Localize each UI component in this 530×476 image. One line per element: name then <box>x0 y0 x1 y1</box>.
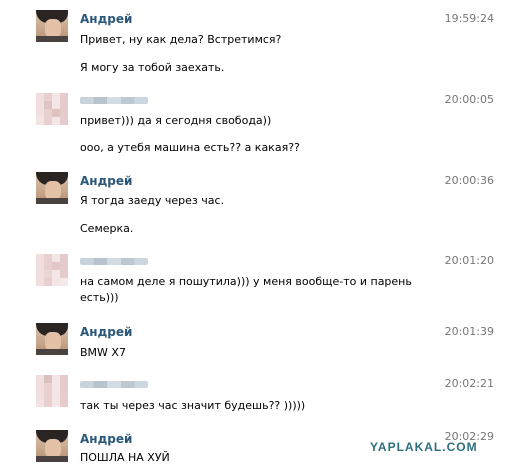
message-author[interactable]: Андрей <box>80 174 132 188</box>
author-name-blurred <box>80 258 148 265</box>
message-text: есть))) <box>80 291 119 304</box>
message-text: BMW X7 <box>80 346 126 359</box>
message-text: Я могу за тобой заехать. <box>80 61 225 74</box>
message-time: 20:02:21 <box>444 377 494 390</box>
message-text: на самом деле я пошутила))) у меня вообщ… <box>80 275 412 288</box>
message-author[interactable]: Андрей <box>80 12 132 26</box>
message-author[interactable]: Андрей <box>80 432 132 446</box>
avatar[interactable] <box>36 254 68 286</box>
avatar[interactable] <box>36 93 68 125</box>
message-text: Семерка. <box>80 222 134 235</box>
message-text: ооо, а утебя машина есть?? а какая?? <box>80 141 300 154</box>
message-text: Привет, ну как дела? Встретимся? <box>80 33 282 46</box>
message-time: 19:59:24 <box>444 12 494 25</box>
message-text: так ты через час значит будешь?? ))))) <box>80 399 306 412</box>
watermark: YAPLAKAL.COM <box>368 440 480 454</box>
author-name-blurred <box>80 97 148 104</box>
avatar[interactable] <box>36 10 68 42</box>
message-time: 20:00:36 <box>444 174 494 187</box>
message-text: Я тогда заеду через час. <box>80 194 225 207</box>
avatar[interactable] <box>36 430 68 462</box>
message-time: 20:01:39 <box>444 325 494 338</box>
message-text: привет))) да я сегодня свобода)) <box>80 114 272 127</box>
message-text: ПОШЛА НА ХУЙ <box>80 451 170 464</box>
message-time: 20:01:20 <box>444 254 494 267</box>
avatar[interactable] <box>36 323 68 355</box>
author-name-blurred <box>80 381 148 388</box>
avatar[interactable] <box>36 375 68 407</box>
message-time: 20:00:05 <box>444 93 494 106</box>
message-author[interactable]: Андрей <box>80 325 132 339</box>
avatar[interactable] <box>36 172 68 204</box>
